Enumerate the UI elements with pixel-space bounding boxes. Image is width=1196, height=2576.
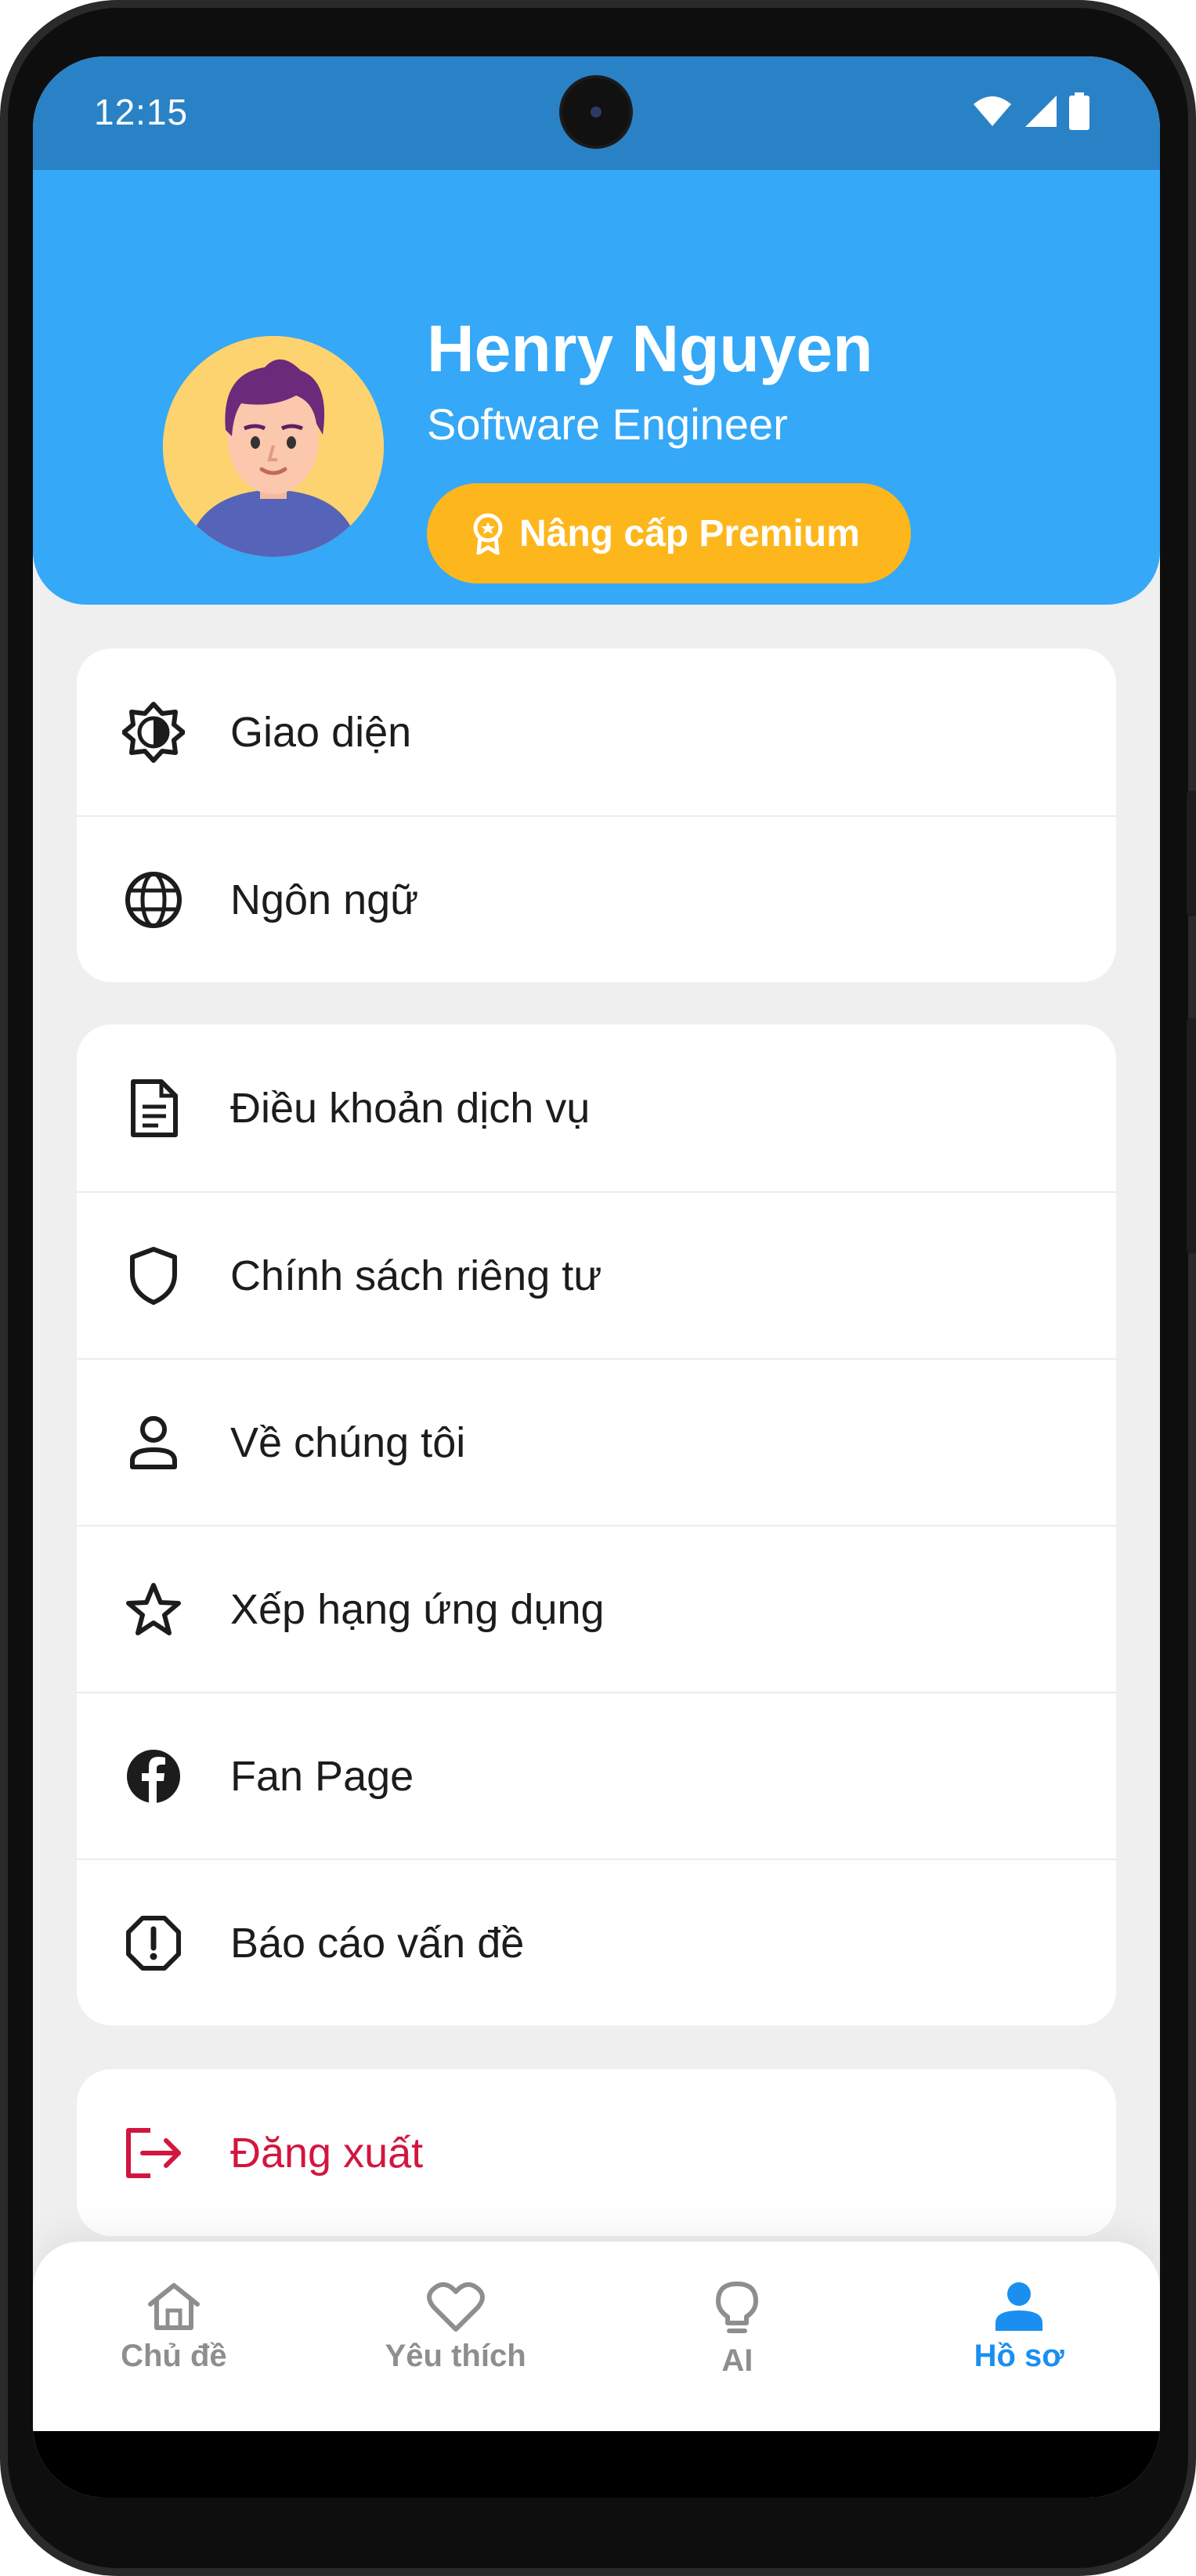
- profile-name: Henry Nguyen: [427, 312, 873, 385]
- profile-icon: [995, 2282, 1043, 2331]
- settings-item-label: Chính sách riêng tư: [230, 1252, 602, 1299]
- nav-label: Yêu thích: [385, 2339, 526, 2373]
- gesture-area: [33, 2431, 1160, 2498]
- settings-item-privacy[interactable]: Chính sách riêng tư: [77, 1191, 1116, 1358]
- globe-icon: [77, 870, 230, 930]
- document-icon: [77, 1078, 230, 1138]
- logout-icon: [77, 2127, 230, 2179]
- status-bar: 12:15: [33, 56, 1160, 170]
- battery-icon: [1069, 92, 1089, 130]
- settings-item-label: Về chúng tôi: [230, 1418, 466, 1466]
- logout-button[interactable]: Đăng xuất: [77, 2069, 1116, 2236]
- settings-item-label: Xếp hạng ứng dụng: [230, 1585, 605, 1633]
- wifi-icon: [974, 96, 1011, 126]
- star-icon: [77, 1582, 230, 1637]
- settings-item-label: Điều khoản dịch vụ: [230, 1084, 591, 1132]
- status-icons: [972, 92, 1089, 130]
- settings-item-label: Báo cáo vấn đề: [230, 1919, 525, 1967]
- nav-label: Chủ đề: [121, 2339, 227, 2373]
- facebook-icon: [77, 1748, 230, 1805]
- home-gesture-bar[interactable]: [414, 2411, 714, 2422]
- profile-header: Henry Nguyen Software Engineer Nâng cấp …: [33, 170, 1160, 605]
- nav-label: Hồ sơ: [974, 2339, 1064, 2373]
- status-time: 12:15: [94, 92, 189, 132]
- appearance-settings-card: Giao diện Ngôn ngữ: [77, 649, 1116, 982]
- person-icon: [77, 1415, 230, 1470]
- profile-role: Software Engineer: [427, 399, 788, 449]
- nav-favorites[interactable]: Yêu thích: [315, 2242, 597, 2431]
- award-icon: [473, 513, 503, 555]
- phone-frame: 12:15 Henry Nguyen Software Engineer Nân…: [0, 0, 1196, 2576]
- settings-item-language[interactable]: Ngôn ngữ: [77, 815, 1116, 982]
- nav-ai[interactable]: AI: [597, 2242, 879, 2431]
- avatar-illustration: [163, 336, 384, 557]
- avatar[interactable]: [163, 336, 384, 557]
- settings-item-label: Fan Page: [230, 1752, 414, 1800]
- settings-item-terms[interactable]: Điều khoản dịch vụ: [77, 1024, 1116, 1191]
- home-icon: [147, 2283, 200, 2330]
- nav-label: AI: [721, 2343, 753, 2378]
- bottom-navigation: Chủ đề Yêu thích AI Hồ sơ: [33, 2242, 1160, 2431]
- lightbulb-icon: [716, 2282, 759, 2333]
- settings-item-report-issue[interactable]: Báo cáo vấn đề: [77, 1859, 1116, 2025]
- volume-button: [1187, 791, 1196, 916]
- heart-icon: [426, 2282, 485, 2332]
- logout-label: Đăng xuất: [230, 2129, 424, 2177]
- logout-card: Đăng xuất: [77, 2069, 1116, 2236]
- screen: 12:15 Henry Nguyen Software Engineer Nân…: [33, 56, 1160, 2498]
- info-settings-card: Điều khoản dịch vụ Chính sách riêng tư V…: [77, 1024, 1116, 2025]
- upgrade-premium-button[interactable]: Nâng cấp Premium: [427, 483, 911, 583]
- brightness-icon: [77, 701, 230, 764]
- shield-icon: [77, 1246, 230, 1306]
- settings-item-label: Giao diện: [230, 708, 412, 756]
- settings-item-label: Ngôn ngữ: [230, 876, 419, 923]
- settings-item-appearance[interactable]: Giao diện: [77, 649, 1116, 815]
- settings-item-fan-page[interactable]: Fan Page: [77, 1692, 1116, 1859]
- nav-topics[interactable]: Chủ đề: [33, 2242, 315, 2431]
- settings-item-rate-app[interactable]: Xếp hạng ứng dụng: [77, 1525, 1116, 1692]
- settings-item-about[interactable]: Về chúng tôi: [77, 1358, 1116, 1525]
- alert-icon: [77, 1915, 230, 1971]
- signal-icon: [1025, 96, 1057, 127]
- nav-profile[interactable]: Hồ sơ: [878, 2242, 1160, 2431]
- power-button: [1187, 1018, 1196, 1253]
- upgrade-premium-label: Nâng cấp Premium: [519, 512, 860, 555]
- front-camera: [562, 78, 630, 146]
